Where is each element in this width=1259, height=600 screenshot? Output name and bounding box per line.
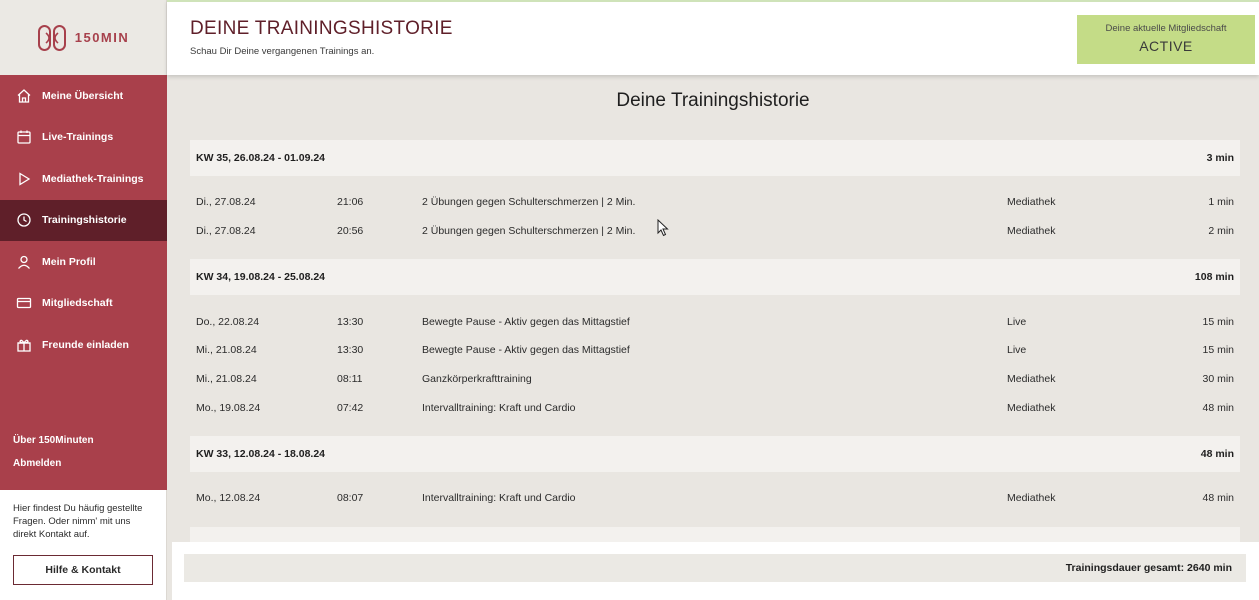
training-row: Mi., 21.08.24 13:30 Bewegte Pause - Akti…: [190, 336, 1240, 365]
sidebar-item-label: Mediathek-Trainings: [42, 172, 144, 185]
week-header: KW 34, 19.08.24 - 25.08.24 108 min: [190, 259, 1240, 296]
page-title: DEINE TRAININGSHISTORIE: [190, 18, 453, 39]
training-time: 20:56: [337, 225, 364, 238]
training-type: Mediathek: [1007, 225, 1056, 238]
training-row: Mo., 12.08.24 08:07 Intervalltraining: K…: [190, 484, 1240, 513]
training-type: Live: [1007, 344, 1027, 357]
sidebar: 150MIN Meine Übersicht Live-Trainings Me…: [0, 0, 167, 600]
training-row: Di., 27.08.24 21:06 2 Übungen gegen Schu…: [190, 188, 1240, 217]
help-contact-button[interactable]: Hilfe & Kontakt: [13, 555, 153, 585]
help-box: Hier findest Du häufig gestellte Fragen.…: [0, 490, 167, 600]
about-link[interactable]: Über 150Minuten: [13, 435, 94, 446]
help-text: Hier findest Du häufig gestellte Fragen.…: [13, 503, 143, 540]
training-date: Mo., 19.08.24: [196, 401, 261, 414]
training-date: Mo., 12.08.24: [196, 492, 261, 505]
training-type: Mediathek: [1007, 373, 1056, 386]
brand-name: 150MIN: [74, 30, 130, 45]
membership-label: Deine aktuelle Mitgliedschaft: [1105, 23, 1227, 34]
training-title: Bewegte Pause - Aktiv gegen das Mittagst…: [422, 344, 630, 357]
clock-icon: [17, 213, 31, 227]
training-row: Mi., 21.08.24 08:11 Ganzkörperkrafttrain…: [190, 365, 1240, 394]
week-total: 108 min: [1194, 271, 1234, 284]
training-duration: 15 min: [1202, 344, 1234, 357]
training-date: Di., 27.08.24: [196, 196, 256, 209]
training-date: Mi., 21.08.24: [196, 373, 257, 386]
home-icon: [17, 88, 31, 103]
sidebar-item-freunde-einladen[interactable]: Freunde einladen: [0, 324, 167, 366]
training-time: 08:11: [337, 373, 363, 386]
sidebar-item-label: Trainingshistorie: [42, 214, 127, 227]
sidebar-item-label: Mein Profil: [42, 255, 96, 268]
sidebar-item-uebersicht[interactable]: Meine Übersicht: [0, 75, 167, 117]
week-total: 3 min: [1206, 152, 1234, 164]
training-duration: 1 min: [1208, 196, 1234, 209]
training-duration: 30 min: [1202, 373, 1234, 386]
logo[interactable]: 150MIN: [0, 0, 167, 75]
training-title: 2 Übungen gegen Schulterschmerzen | 2 Mi…: [422, 225, 636, 238]
training-date: Mi., 21.08.24: [196, 344, 257, 357]
training-type: Mediathek: [1007, 492, 1056, 505]
sidebar-item-mein-profil[interactable]: Mein Profil: [0, 241, 167, 283]
training-title: 2 Übungen gegen Schulterschmerzen | 2 Mi…: [422, 196, 636, 209]
training-time: 13:30: [337, 315, 364, 328]
training-time: 08:07: [337, 492, 364, 505]
page-header: DEINE TRAININGSHISTORIE Schau Dir Deine …: [167, 0, 1259, 75]
week-total: 48 min: [1200, 448, 1234, 461]
week-rows: Do., 22.08.24 13:30 Bewegte Pause - Akti…: [190, 295, 1240, 436]
membership-status: ACTIVE: [1139, 38, 1193, 54]
gift-icon: [17, 339, 31, 352]
training-history-list: KW 35, 26.08.24 - 01.09.24 3 min Di., 27…: [190, 140, 1240, 600]
sidebar-item-mitgliedschaft[interactable]: Mitgliedschaft: [0, 283, 167, 325]
training-row: Do., 22.08.24 13:30 Bewegte Pause - Akti…: [190, 307, 1240, 336]
training-title: Bewegte Pause - Aktiv gegen das Mittagst…: [422, 315, 630, 328]
sidebar-footer-links: Über 150Minuten Abmelden: [13, 435, 94, 481]
main-content: Deine Trainingshistorie KW 35, 26.08.24 …: [167, 75, 1259, 600]
main-title: Deine Trainingshistorie: [616, 90, 810, 111]
training-type: Mediathek: [1007, 196, 1056, 209]
training-type: Live: [1007, 315, 1027, 328]
play-icon: [19, 172, 31, 186]
training-row: Mo., 19.08.24 07:42 Intervalltraining: K…: [190, 393, 1240, 422]
sidebar-item-label: Live-Trainings: [42, 131, 114, 144]
sidebar-item-live-trainings[interactable]: Live-Trainings: [0, 117, 167, 159]
mouse-cursor-icon: [657, 219, 669, 237]
training-duration: 48 min: [1202, 401, 1234, 414]
training-time: 07:42: [337, 401, 364, 414]
week-label: KW 33, 12.08.24 - 18.08.24: [196, 448, 325, 461]
training-date: Di., 27.08.24: [196, 225, 256, 238]
week-label: KW 34, 19.08.24 - 25.08.24: [196, 271, 325, 284]
training-date: Do., 22.08.24: [196, 315, 260, 328]
training-type: Mediathek: [1007, 401, 1056, 414]
week-rows: Di., 27.08.24 21:06 2 Übungen gegen Schu…: [190, 176, 1240, 259]
sidebar-item-mediathek-trainings[interactable]: Mediathek-Trainings: [0, 158, 167, 200]
week-rows: Mo., 12.08.24 08:07 Intervalltraining: K…: [190, 472, 1240, 527]
week-header: KW 35, 26.08.24 - 01.09.24 3 min: [190, 140, 1240, 176]
week-label: KW 35, 26.08.24 - 01.09.24: [196, 152, 325, 164]
training-duration: 2 min: [1208, 225, 1234, 238]
sidebar-item-label: Freunde einladen: [42, 338, 129, 351]
week-header: KW 33, 12.08.24 - 18.08.24 48 min: [190, 436, 1240, 473]
sidebar-nav: Meine Übersicht Live-Trainings Mediathek…: [0, 75, 167, 490]
training-duration: 48 min: [1202, 492, 1234, 505]
training-title: Intervalltraining: Kraft und Cardio: [422, 492, 576, 505]
membership-badge: Deine aktuelle Mitgliedschaft ACTIVE: [1077, 15, 1255, 64]
training-duration: 15 min: [1202, 315, 1234, 328]
sidebar-item-label: Meine Übersicht: [42, 89, 124, 102]
logo-mark-icon: [37, 24, 66, 51]
training-title: Intervalltraining: Kraft und Cardio: [422, 401, 576, 414]
user-icon: [18, 255, 30, 269]
page-subtitle: Schau Dir Deine vergangenen Trainings an…: [190, 46, 375, 57]
logout-link[interactable]: Abmelden: [13, 458, 94, 469]
total-duration: Trainingsdauer gesamt: 2640 min: [184, 554, 1246, 582]
calendar-icon: [17, 130, 31, 144]
training-time: 13:30: [337, 344, 364, 357]
training-title: Ganzkörperkrafttraining: [422, 373, 532, 386]
sidebar-item-trainingshistorie[interactable]: Trainingshistorie: [0, 199, 167, 241]
training-time: 21:06: [337, 196, 364, 209]
sidebar-item-label: Mitgliedschaft: [42, 297, 113, 310]
total-footer: Trainingsdauer gesamt: 2640 min: [172, 542, 1259, 600]
training-row: Di., 27.08.24 20:56 2 Übungen gegen Schu…: [190, 217, 1240, 246]
card-icon: [16, 298, 32, 309]
